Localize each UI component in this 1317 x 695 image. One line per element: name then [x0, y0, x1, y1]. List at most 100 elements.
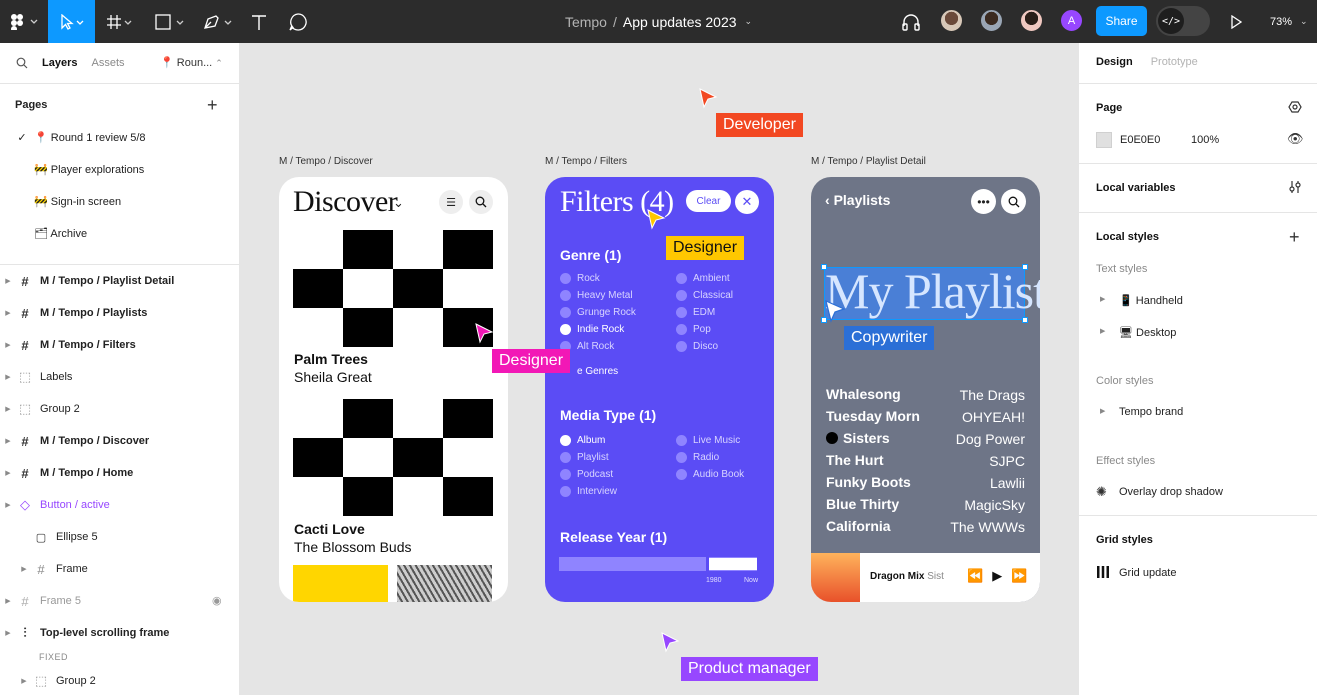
collaborator-avatar[interactable] [939, 8, 964, 33]
expand-arrow-icon[interactable]: ▶ [16, 565, 32, 573]
expand-arrow-icon[interactable]: ▶ [1100, 327, 1105, 335]
page-item[interactable]: 🚧 Player explorations [0, 153, 239, 185]
track-title[interactable]: California [826, 518, 891, 534]
page-item[interactable]: 🗂 Archive [0, 217, 239, 249]
media-option[interactable]: Podcast [560, 469, 613, 480]
collaborator-avatar[interactable] [979, 8, 1004, 33]
filter-lines-icon[interactable]: ☰ [439, 190, 463, 214]
layer-row[interactable]: ▶ ◇ Button / active [0, 489, 239, 521]
layer-row[interactable]: ▶ ⬚ Group 2 [0, 393, 239, 425]
present-button[interactable] [1226, 0, 1246, 43]
text-style-item[interactable]: 🖥 Desktop [1119, 326, 1176, 339]
dev-mode-toggle[interactable]: </> [1156, 6, 1210, 36]
expand-arrow-icon[interactable]: ▶ [0, 309, 16, 317]
discover-frame[interactable]: Discover ⌄ ☰ Palm Trees Sheila Great Cac… [279, 177, 508, 602]
back-button[interactable]: ‹ Playlists [825, 192, 890, 208]
tab-design[interactable]: Design [1096, 56, 1133, 68]
fast-forward-icon[interactable]: ⏩ [1011, 568, 1027, 584]
frame-label[interactable]: M / Tempo / Filters [545, 156, 627, 167]
expand-arrow-icon[interactable]: ▶ [0, 405, 16, 413]
layer-row[interactable]: ▶ # M / Tempo / Discover [0, 425, 239, 457]
search-icon[interactable] [1001, 189, 1026, 214]
release-year-slider[interactable] [559, 556, 760, 572]
layer-row[interactable]: ▶ # M / Tempo / Playlist Detail [0, 265, 239, 297]
page-color-hex[interactable]: E0E0E0 [1120, 134, 1160, 146]
more-options-icon[interactable]: ••• [971, 189, 996, 214]
canvas[interactable]: M / Tempo / Discover M / Tempo / Filters… [240, 43, 1078, 695]
project-name[interactable]: Tempo [565, 14, 607, 30]
audio-chat-button[interactable] [898, 0, 924, 43]
frame-label[interactable]: M / Tempo / Discover [279, 156, 373, 167]
album-art[interactable] [293, 399, 493, 516]
genre-option[interactable]: Grunge Rock [560, 307, 636, 318]
genre-option[interactable]: Classical [676, 290, 733, 301]
track-title[interactable]: Sisters [843, 430, 890, 446]
grid-style-item[interactable]: Grid update [1119, 567, 1176, 579]
search-icon[interactable] [16, 57, 28, 69]
clear-button[interactable]: Clear [686, 190, 731, 212]
local-variables-header[interactable]: Local variables [1096, 182, 1176, 194]
rewind-icon[interactable]: ⏪ [967, 568, 983, 584]
page-settings-icon[interactable] [1288, 100, 1302, 114]
collaborator-avatar[interactable] [1019, 8, 1044, 33]
eye-hidden-icon[interactable]: ◉ [212, 594, 222, 607]
expand-arrow-icon[interactable]: ▶ [16, 677, 32, 685]
media-option[interactable]: Playlist [560, 452, 609, 463]
track-title[interactable]: Tuesday Morn [826, 408, 920, 424]
slider-handle[interactable] [706, 556, 709, 572]
play-icon[interactable]: ▶ [992, 568, 1002, 584]
file-name[interactable]: App updates 2023 [623, 14, 737, 30]
chevron-down-icon[interactable]: ⌄ [745, 16, 753, 27]
tab-layers[interactable]: Layers [42, 57, 77, 69]
page-color-opacity[interactable]: 100% [1191, 134, 1219, 146]
slider-handle[interactable] [757, 556, 760, 572]
expand-arrow-icon[interactable]: ▶ [0, 597, 16, 605]
mini-player[interactable]: Dragon Mix Sist ⏪ ▶ ⏩ [811, 553, 1040, 602]
layer-row[interactable]: ▶ ⬚ Labels [0, 361, 239, 393]
track-title[interactable]: Whalesong [826, 386, 901, 402]
album-art[interactable] [293, 230, 493, 347]
layer-row[interactable]: ▶ # Frame 5 ◉ [0, 585, 239, 617]
playlist-detail-frame[interactable]: ‹ Playlists ••• My Playlist Whalesong Th… [811, 177, 1040, 602]
color-style-item[interactable]: Tempo brand [1119, 406, 1183, 418]
expand-arrow-icon[interactable]: ▶ [0, 341, 16, 349]
playlist-title[interactable]: My Playlist [825, 262, 1040, 320]
text-style-item[interactable]: 📱 Handheld [1119, 294, 1183, 307]
genre-option[interactable]: Indie Rock [560, 324, 624, 335]
layer-row[interactable]: ▶ ⬚ Group 2 [0, 665, 239, 695]
expand-arrow-icon[interactable]: ▶ [0, 629, 16, 637]
genre-option[interactable]: Pop [676, 324, 711, 335]
zoom-menu[interactable]: 73% ⌄ [1270, 0, 1308, 43]
expand-arrow-icon[interactable]: ▶ [0, 501, 16, 509]
media-option[interactable]: Audio Book [676, 469, 744, 480]
playlist-title-selection[interactable]: My Playlist [821, 263, 1040, 323]
add-style-plus-icon[interactable]: + [1289, 228, 1300, 246]
resize-handle[interactable] [1022, 317, 1028, 323]
track-title[interactable]: Funky Boots [826, 474, 911, 490]
sliders-icon[interactable] [1288, 180, 1302, 194]
track-title[interactable]: The Hurt [826, 452, 884, 468]
collaborator-avatar[interactable]: A [1059, 8, 1084, 33]
effect-style-item[interactable]: Overlay drop shadow [1119, 486, 1223, 498]
expand-arrow-icon[interactable]: ▶ [1100, 295, 1105, 303]
genre-option[interactable]: Heavy Metal [560, 290, 633, 301]
page-color-swatch[interactable] [1096, 132, 1112, 148]
album-thumbnail[interactable] [293, 565, 388, 602]
genre-option[interactable]: Rock [560, 273, 600, 284]
more-genres-link[interactable]: e Genres [577, 366, 618, 377]
genre-option[interactable]: EDM [676, 307, 715, 318]
tab-assets[interactable]: Assets [91, 57, 124, 69]
expand-arrow-icon[interactable]: ▶ [0, 373, 16, 381]
layer-row[interactable]: ▶ # Frame [0, 553, 239, 585]
tab-prototype[interactable]: Prototype [1151, 56, 1198, 68]
media-option[interactable]: Live Music [676, 435, 740, 446]
media-option[interactable]: Radio [676, 452, 719, 463]
genre-option[interactable]: Ambient [676, 273, 730, 284]
genre-option[interactable]: Disco [676, 341, 718, 352]
layer-row[interactable]: ▶ ⫶ Top-level scrolling frame [0, 617, 239, 649]
layer-row[interactable]: ▶ # M / Tempo / Playlists [0, 297, 239, 329]
expand-arrow-icon[interactable]: ▶ [1100, 407, 1105, 415]
page-item[interactable]: 🚧 Sign-in screen [0, 185, 239, 217]
expand-arrow-icon[interactable]: ▶ [0, 437, 16, 445]
page-item[interactable]: ✓ 📍 Round 1 review 5/8 [0, 121, 239, 153]
